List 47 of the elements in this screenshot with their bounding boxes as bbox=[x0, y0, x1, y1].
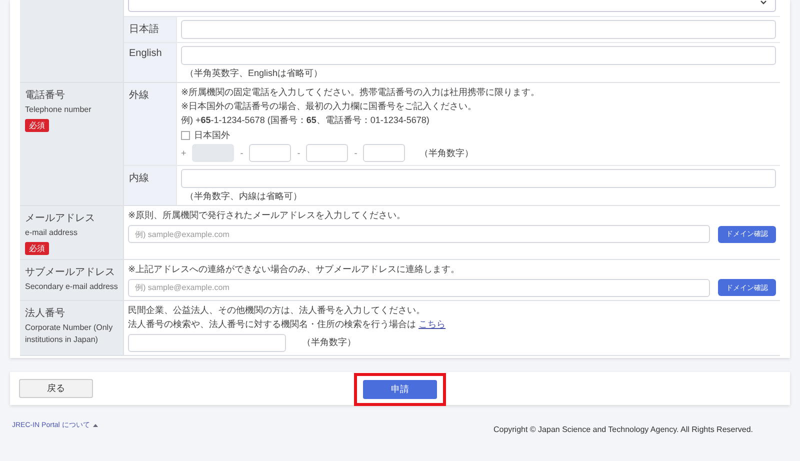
instruction-text: ※日本国外の電話番号の場合、最初の入力欄に国番号をご記入ください。 bbox=[181, 100, 477, 112]
hint-text: （半角数字） bbox=[419, 146, 474, 160]
chevron-down-icon bbox=[760, 0, 767, 5]
text-input-field[interactable] bbox=[181, 169, 776, 188]
instruction-text: 例) +65-1-1234-5678 (国番号：65、電話番号：01-1234-5678) bbox=[181, 114, 430, 126]
text-input-field[interactable] bbox=[181, 46, 776, 65]
phone-input-field[interactable] bbox=[363, 144, 406, 162]
field-label: 電話番号 bbox=[25, 88, 65, 102]
hint-text: （半角数字） bbox=[302, 336, 356, 349]
link[interactable]: こちら bbox=[418, 318, 446, 328]
hint-text: （半角数字、内線は省略可） bbox=[184, 190, 302, 202]
email-input-field[interactable]: 例) sample@example.com bbox=[128, 278, 710, 296]
instruction-text: 法人番号の検索や、法人番号に対する機関名・住所の検索を行う場合は bbox=[128, 318, 416, 328]
copyright-text: Copyright © Japan Science and Technology Agency. All Rights Reserved. bbox=[493, 424, 753, 434]
corporate-number-input-field[interactable] bbox=[128, 334, 286, 352]
field-label-english: e-mail address bbox=[25, 227, 78, 239]
separator-text: - bbox=[240, 148, 244, 158]
hint-text: （半角英数字、Englishは省略可） bbox=[184, 67, 323, 79]
select-field[interactable] bbox=[128, 0, 776, 12]
checkbox[interactable] bbox=[181, 131, 190, 140]
sub-label: 日本語 bbox=[124, 17, 177, 42]
separator-text: - bbox=[297, 148, 300, 158]
caret-up-icon bbox=[92, 424, 98, 426]
separator-text: - bbox=[354, 148, 358, 158]
required-badge: 必須 bbox=[25, 118, 49, 132]
email-input-field[interactable]: 例) sample@example.com bbox=[128, 225, 710, 243]
phone-input-field[interactable] bbox=[249, 144, 292, 162]
field-label: メールアドレス bbox=[25, 212, 95, 225]
instruction-text: ※所属機関の固定電話を入力してください。携帯電話番号の入力は社用携帯に限ります。 bbox=[181, 86, 540, 98]
text-input-field[interactable] bbox=[181, 20, 776, 39]
field-label: サブメールアドレス bbox=[25, 266, 115, 278]
instruction-text: ※上記アドレスへの連絡ができない場合のみ、サブメールアドレスに連絡します。 bbox=[128, 262, 460, 274]
instruction-text: 民間企業、公益法人、その他機関の方は、法人番号を入力してください。 bbox=[128, 304, 425, 316]
separator-text: + bbox=[181, 148, 186, 158]
sub-label: 内線 bbox=[124, 166, 177, 205]
checkbox-label: 日本国外 bbox=[194, 129, 230, 142]
instruction-text: ※原則、所属機関で発行されたメールアドレスを入力してください。 bbox=[128, 209, 406, 221]
phone-input-field[interactable] bbox=[306, 144, 348, 162]
field-label-english: Telephone number bbox=[25, 104, 92, 116]
sub-label: English bbox=[124, 43, 177, 82]
field-label-english: Corporate Number (Only institutions in Japan) bbox=[25, 322, 114, 346]
required-badge: 必須 bbox=[25, 242, 49, 254]
field-label-english: Secondary e-mail address bbox=[25, 280, 118, 293]
back-button[interactable]: 戻る bbox=[19, 378, 93, 398]
field-label: 法人番号 bbox=[25, 306, 65, 320]
submit-button[interactable]: 申請 bbox=[363, 380, 437, 398]
sub-label: 外線 bbox=[124, 83, 177, 165]
